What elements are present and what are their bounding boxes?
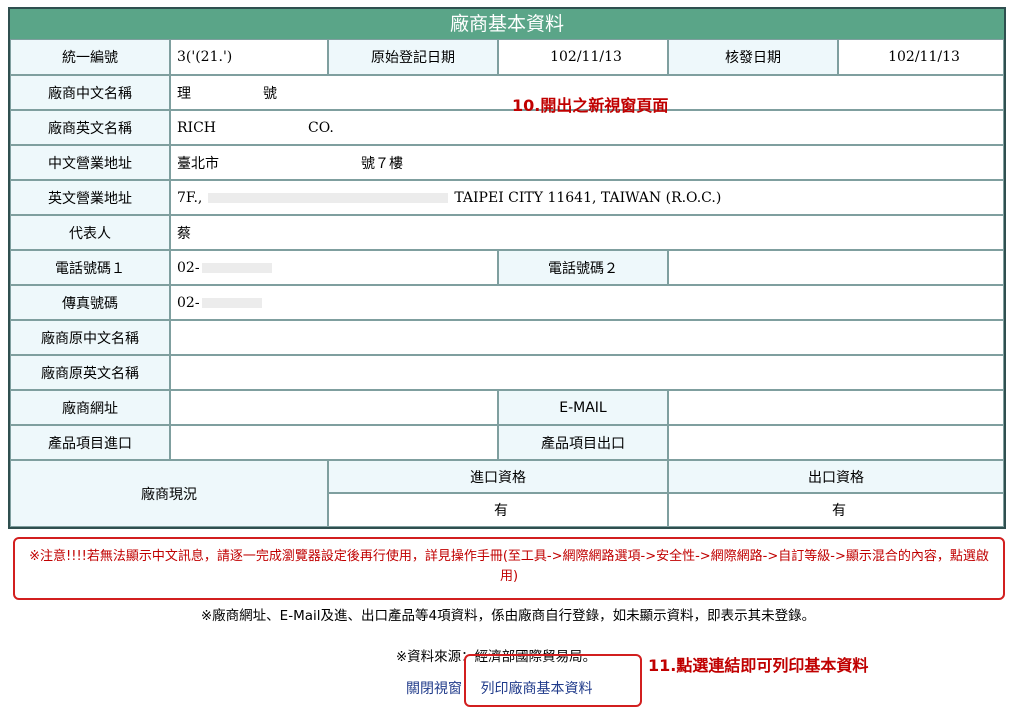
unified-no-label: 統一編號	[10, 39, 170, 75]
orig-reg-date-label: 原始登記日期	[328, 39, 498, 75]
annotation-click-link: 11.點選連結即可列印基本資料	[648, 656, 869, 675]
phone1-value-text: 02-	[177, 259, 200, 276]
issue-date-value: 102/11/13	[838, 39, 1004, 75]
en-addr-value-a: 7F.,	[177, 189, 203, 206]
status-label: 廠商現況	[10, 460, 328, 527]
issue-date-label: 核發日期	[668, 39, 838, 75]
export-qual-label: 出口資格	[668, 460, 1004, 493]
orig-reg-date-value: 102/11/13	[498, 39, 668, 75]
company-info-table: 廠商基本資料 統一編號 3('(21.') 原始登記日期 102/11/13 核…	[8, 7, 1006, 529]
phone1-label: 電話號碼１	[10, 250, 170, 285]
table-title: 廠商基本資料	[10, 9, 1004, 39]
cn-addr-value-b: 號７樓	[361, 155, 403, 172]
en-addr-label: 英文營業地址	[10, 180, 170, 215]
cn-name-value-b: 號	[263, 85, 277, 102]
website-value	[170, 390, 498, 425]
en-addr-value: 7F., TAIPEI CITY 11641, TAIWAN (R.O.C.)	[170, 180, 1004, 215]
email-label: E-MAIL	[498, 390, 668, 425]
import-items-label: 產品項目進口	[10, 425, 170, 460]
en-name-value-b: CO.	[308, 119, 334, 136]
cn-addr-label: 中文營業地址	[10, 145, 170, 180]
website-label: 廠商網址	[10, 390, 170, 425]
rep-value: 蔡	[170, 215, 1004, 250]
phone1-value: 02-	[170, 250, 498, 285]
print-link-highlight	[464, 654, 642, 707]
export-items-label: 產品項目出口	[498, 425, 668, 460]
import-qual-label: 進口資格	[328, 460, 668, 493]
orig-cn-name-value	[170, 320, 1004, 355]
cn-addr-value: 臺北市 號７樓	[170, 145, 1004, 180]
unified-no-value: 3('(21.')	[170, 39, 328, 75]
fax-value: 02-	[170, 285, 1004, 320]
cn-addr-value-a: 臺北市	[177, 155, 219, 172]
orig-en-name-label: 廠商原英文名稱	[10, 355, 170, 390]
phone2-label: 電話號碼２	[498, 250, 668, 285]
en-name-label: 廠商英文名稱	[10, 110, 170, 145]
import-qual-value: 有	[328, 493, 668, 527]
orig-en-name-value	[170, 355, 1004, 390]
cn-name-label: 廠商中文名稱	[10, 75, 170, 110]
orig-cn-name-label: 廠商原中文名稱	[10, 320, 170, 355]
warning-text: ※注意!!!!若無法顯示中文訊息，請逐一完成瀏覽器設定後再行使用，詳見操作手冊(…	[29, 549, 989, 584]
en-name-value-a: RICH	[177, 119, 216, 136]
export-qual-value: 有	[668, 493, 1004, 527]
fax-value-text: 02-	[177, 294, 200, 311]
annotation-new-window: 10.開出之新視窗頁面	[512, 96, 669, 115]
note-self-register: ※廠商網址、E-Mail及進、出口產品等4項資料，係由廠商自行登錄，如未顯示資料…	[200, 608, 816, 624]
import-items-value	[170, 425, 498, 460]
export-items-value	[668, 425, 1004, 460]
rep-label: 代表人	[10, 215, 170, 250]
fax-label: 傳真號碼	[10, 285, 170, 320]
warning-box: ※注意!!!!若無法顯示中文訊息，請逐一完成瀏覽器設定後再行使用，詳見操作手冊(…	[13, 537, 1005, 600]
cn-name-value-a: 理	[177, 85, 191, 102]
en-addr-value-b: TAIPEI CITY 11641, TAIWAN (R.O.C.)	[454, 189, 722, 206]
close-window-link[interactable]: 關閉視窗	[406, 681, 462, 697]
email-value	[668, 390, 1004, 425]
phone2-value	[668, 250, 1004, 285]
